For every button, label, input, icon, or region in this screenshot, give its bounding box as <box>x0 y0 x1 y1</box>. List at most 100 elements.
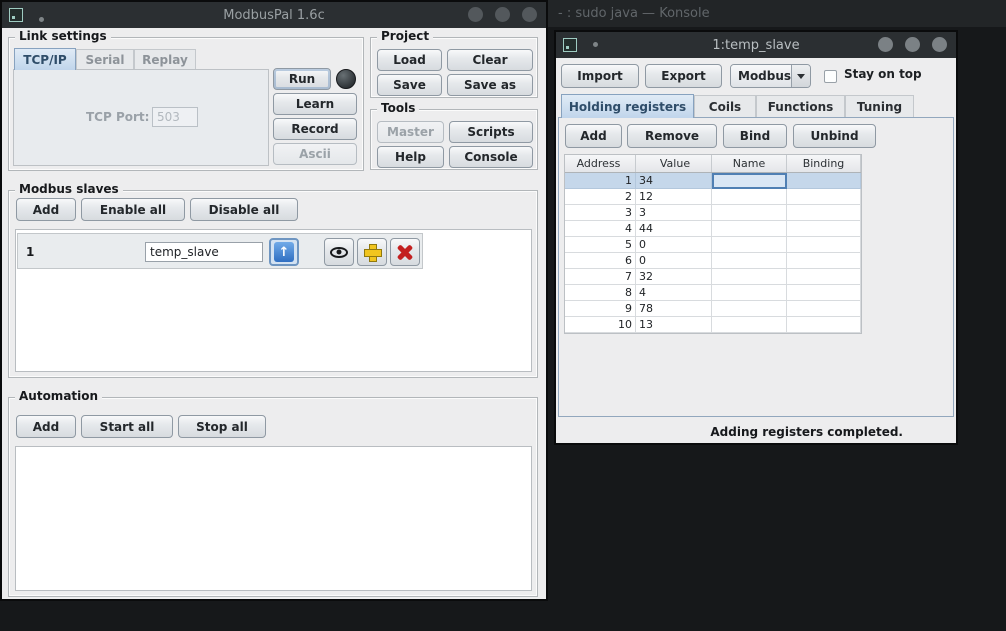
scripts-button[interactable]: Scripts <box>449 121 533 143</box>
add-register-button[interactable]: Add <box>565 124 622 148</box>
stay-on-top-checkbox[interactable] <box>824 70 837 83</box>
cell-binding[interactable] <box>787 173 861 189</box>
add-automation-button[interactable]: Add <box>16 415 76 438</box>
cell-value[interactable]: 78 <box>636 301 712 317</box>
tab-replay[interactable]: Replay <box>134 49 196 70</box>
tab-tuning[interactable]: Tuning <box>845 95 914 118</box>
cell-binding[interactable] <box>787 189 861 205</box>
enable-all-button[interactable]: Enable all <box>81 198 185 221</box>
start-all-button[interactable]: Start all <box>81 415 173 438</box>
modbuspal-titlebar[interactable]: ModbusPal 1.6c <box>2 2 546 28</box>
stop-all-button[interactable]: Stop all <box>178 415 266 438</box>
cell-address[interactable]: 5 <box>565 237 636 253</box>
record-button[interactable]: Record <box>273 118 357 140</box>
window-button[interactable] <box>878 37 893 52</box>
column-header-address[interactable]: Address <box>565 155 636 172</box>
add-slave-button[interactable]: Add <box>16 198 76 221</box>
export-button[interactable]: Export <box>645 64 722 88</box>
cell-value[interactable]: 32 <box>636 269 712 285</box>
tab-holding-registers[interactable]: Holding registers <box>561 94 694 118</box>
duplicate-slave-button[interactable] <box>357 238 387 266</box>
cell-name[interactable] <box>712 269 787 285</box>
cell-name[interactable] <box>712 189 787 205</box>
tcp-port-input[interactable] <box>152 107 198 127</box>
window-button[interactable] <box>905 37 920 52</box>
cell-name[interactable] <box>712 237 787 253</box>
table-row[interactable]: 1013 <box>565 317 861 333</box>
import-button[interactable]: Import <box>561 64 639 88</box>
cell-address[interactable]: 4 <box>565 221 636 237</box>
tab-coils[interactable]: Coils <box>694 95 756 118</box>
cell-binding[interactable] <box>787 317 861 333</box>
table-row[interactable]: 50 <box>565 237 861 253</box>
table-row[interactable]: 732 <box>565 269 861 285</box>
column-header-name[interactable]: Name <box>712 155 787 172</box>
slave-name-input[interactable] <box>145 242 263 262</box>
slave-enable-toggle-button[interactable]: ↑ <box>269 238 299 266</box>
cell-address[interactable]: 8 <box>565 285 636 301</box>
cell-value[interactable]: 0 <box>636 253 712 269</box>
cell-binding[interactable] <box>787 205 861 221</box>
cell-name[interactable] <box>712 301 787 317</box>
cell-value[interactable]: 4 <box>636 285 712 301</box>
column-header-value[interactable]: Value <box>636 155 712 172</box>
cell-address[interactable]: 3 <box>565 205 636 221</box>
unbind-button[interactable]: Unbind <box>793 124 876 148</box>
learn-button[interactable]: Learn <box>273 93 357 115</box>
tab-serial[interactable]: Serial <box>76 49 134 70</box>
table-row[interactable]: 60 <box>565 253 861 269</box>
cell-binding[interactable] <box>787 301 861 317</box>
cell-address[interactable]: 2 <box>565 189 636 205</box>
console-button[interactable]: Console <box>449 146 533 168</box>
cell-binding[interactable] <box>787 285 861 301</box>
cell-address[interactable]: 10 <box>565 317 636 333</box>
cell-address[interactable]: 6 <box>565 253 636 269</box>
cell-name[interactable] <box>712 205 787 221</box>
clear-button[interactable]: Clear <box>447 49 533 71</box>
window-button[interactable] <box>932 37 947 52</box>
table-row[interactable]: 33 <box>565 205 861 221</box>
cell-name[interactable] <box>712 317 787 333</box>
save-as-button[interactable]: Save as <box>447 74 533 96</box>
modbus-mode-dropdown[interactable]: Modbus <box>730 64 811 88</box>
window-button[interactable] <box>468 7 483 22</box>
remove-register-button[interactable]: Remove <box>627 124 717 148</box>
cell-binding[interactable] <box>787 221 861 237</box>
cell-name[interactable] <box>712 285 787 301</box>
cell-name[interactable] <box>712 253 787 269</box>
cell-address[interactable]: 1 <box>565 173 636 189</box>
column-header-binding[interactable]: Binding <box>787 155 861 172</box>
cell-address[interactable]: 7 <box>565 269 636 285</box>
table-row[interactable]: 212 <box>565 189 861 205</box>
konsole-titlebar[interactable]: - : sudo java — Konsole <box>548 0 1006 27</box>
slave-row[interactable]: 1 ↑ <box>17 233 423 269</box>
tab-tcpip[interactable]: TCP/IP <box>14 48 76 70</box>
slave-editor-titlebar[interactable]: 1:temp_slave <box>556 32 956 58</box>
table-row[interactable]: 978 <box>565 301 861 317</box>
table-row[interactable]: 444 <box>565 221 861 237</box>
table-row[interactable]: 134 <box>565 173 861 189</box>
help-button[interactable]: Help <box>377 146 444 168</box>
save-button[interactable]: Save <box>377 74 442 96</box>
window-button[interactable] <box>495 7 510 22</box>
cell-binding[interactable] <box>787 253 861 269</box>
cell-value[interactable]: 34 <box>636 173 712 189</box>
load-button[interactable]: Load <box>377 49 442 71</box>
cell-name[interactable] <box>712 221 787 237</box>
view-slave-button[interactable] <box>324 238 354 266</box>
table-row[interactable]: 84 <box>565 285 861 301</box>
cell-value[interactable]: 3 <box>636 205 712 221</box>
window-button[interactable] <box>522 7 537 22</box>
cell-address[interactable]: 9 <box>565 301 636 317</box>
cell-value[interactable]: 44 <box>636 221 712 237</box>
bind-button[interactable]: Bind <box>723 124 787 148</box>
cell-binding[interactable] <box>787 237 861 253</box>
dropdown-arrow-button[interactable] <box>791 65 810 87</box>
cell-name[interactable] <box>712 173 787 189</box>
cell-value[interactable]: 13 <box>636 317 712 333</box>
disable-all-button[interactable]: Disable all <box>190 198 298 221</box>
cell-value[interactable]: 0 <box>636 237 712 253</box>
run-button[interactable]: Run <box>273 68 331 90</box>
cell-binding[interactable] <box>787 269 861 285</box>
delete-slave-button[interactable] <box>390 238 420 266</box>
